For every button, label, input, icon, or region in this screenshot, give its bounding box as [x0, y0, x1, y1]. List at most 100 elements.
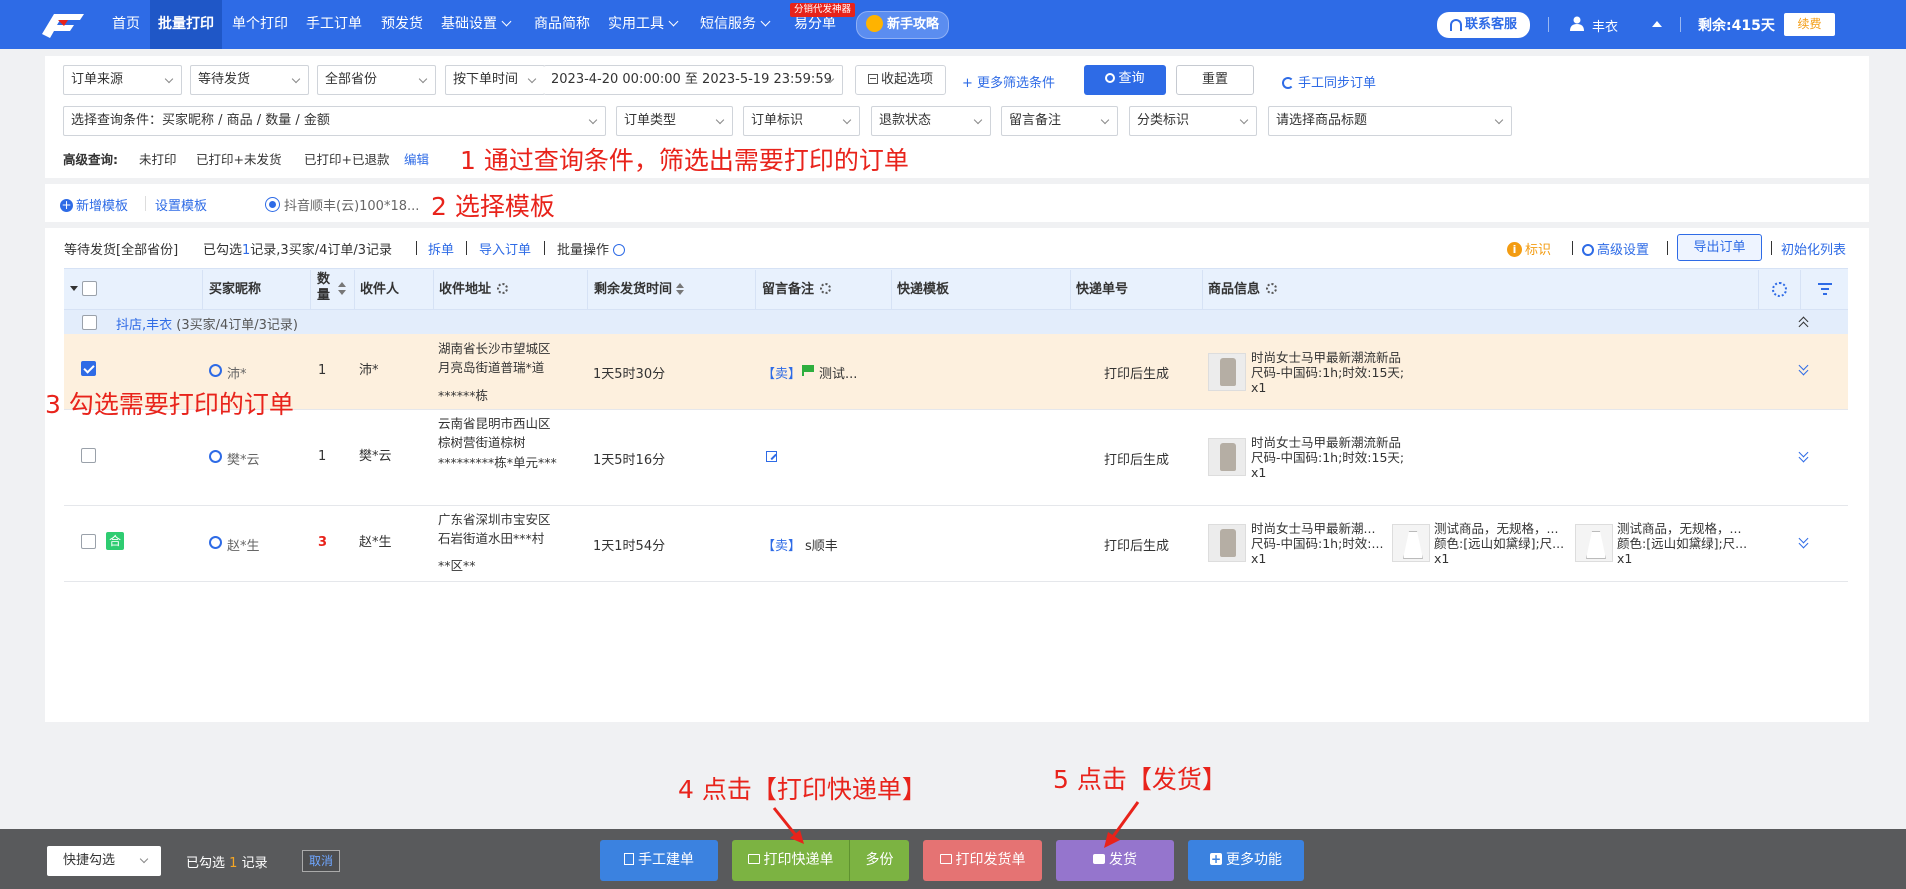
- province-select[interactable]: 全部省份: [317, 65, 436, 95]
- advanced-settings-link[interactable]: 高级设置: [1582, 239, 1649, 258]
- product-title-select[interactable]: 请选择商品标题: [1268, 106, 1512, 136]
- product-thumbnail[interactable]: [1392, 524, 1430, 562]
- query-button[interactable]: 查询: [1084, 65, 1166, 95]
- nav-manual-order[interactable]: 手工订单: [306, 0, 362, 49]
- edit-remark-icon[interactable]: [766, 451, 777, 462]
- advanced-query-printed-unshipped[interactable]: 已打印+未发货: [196, 149, 281, 168]
- guide-button[interactable]: 新手攻略: [856, 11, 949, 39]
- category-flag-select[interactable]: 分类标识: [1129, 106, 1257, 136]
- nav-single-print[interactable]: 单个打印: [232, 0, 288, 49]
- expand-row-icon[interactable]: [1798, 449, 1808, 463]
- nav-basic-settings[interactable]: 基础设置: [441, 0, 512, 49]
- product-thumbnail[interactable]: [1208, 353, 1246, 391]
- chevron-down-icon: [291, 74, 301, 84]
- app-logo[interactable]: [38, 10, 88, 40]
- split-order-link[interactable]: 拆单: [428, 239, 454, 258]
- quick-select-dropdown[interactable]: 快捷勾选: [47, 846, 161, 876]
- caret-down-icon[interactable]: [70, 286, 78, 291]
- buyer-nickname: 沛*: [227, 367, 247, 382]
- contact-service-button[interactable]: 联系客服: [1437, 12, 1530, 38]
- address-line: 湖南省长沙市望城区: [438, 341, 551, 356]
- product-thumbnail[interactable]: [1208, 438, 1246, 476]
- table-row[interactable]: [64, 334, 1848, 410]
- toolbar-divider: [1771, 241, 1772, 255]
- column-settings-icon[interactable]: [1772, 282, 1787, 297]
- group-checkbox[interactable]: [82, 315, 97, 330]
- init-list-link[interactable]: 初始化列表: [1781, 239, 1846, 258]
- manual-sync-link[interactable]: 手工同步订单: [1282, 72, 1376, 91]
- manual-sync-label: 手工同步订单: [1298, 76, 1377, 91]
- row-checkbox[interactable]: [81, 448, 96, 463]
- more-functions-label: 更多功能: [1226, 852, 1282, 868]
- export-orders-button[interactable]: 导出订单: [1677, 234, 1762, 261]
- printer-icon: [939, 854, 952, 864]
- toolbar-divider: [1572, 241, 1573, 255]
- reset-button[interactable]: 重置: [1176, 65, 1254, 95]
- nav-tools[interactable]: 实用工具: [608, 0, 679, 49]
- remark-text[interactable]: s顺丰: [805, 535, 838, 554]
- batch-operation-dropdown[interactable]: 批量操作: [557, 239, 626, 258]
- gear-icon[interactable]: [1266, 283, 1278, 294]
- print-express-label: 打印快递单: [763, 852, 834, 868]
- column-header-address-label: 收件地址: [439, 282, 492, 297]
- query-condition-select[interactable]: 选择查询条件：买家昵称 / 商品 / 数量 / 金额: [63, 106, 606, 136]
- collapse-group-icon[interactable]: [1798, 316, 1810, 332]
- caret-up-icon[interactable]: [1652, 21, 1662, 27]
- row-checkbox[interactable]: [81, 361, 96, 376]
- add-template-button[interactable]: + 新增模板: [60, 195, 128, 214]
- select-all-checkbox[interactable]: [82, 281, 97, 296]
- info-icon: i: [1507, 242, 1522, 257]
- remark-select[interactable]: 留言备注: [1001, 106, 1118, 136]
- row-checkbox[interactable]: [81, 534, 96, 549]
- advanced-query-unprinted[interactable]: 未打印: [139, 149, 177, 168]
- footer-cancel-button[interactable]: 取消: [302, 850, 340, 872]
- column-filter-icon[interactable]: [1818, 283, 1832, 295]
- user-name[interactable]: 丰衣: [1592, 16, 1618, 35]
- order-flag-select[interactable]: 订单标识: [743, 106, 860, 136]
- time-type-select[interactable]: 按下单时间: [445, 65, 545, 95]
- group-name[interactable]: 抖店,丰衣: [116, 318, 172, 333]
- advanced-query-printed-refunded[interactable]: 已打印+已退款: [304, 149, 389, 168]
- sort-icon[interactable]: [338, 282, 346, 296]
- annotation-arrow-5: [1098, 800, 1142, 850]
- flag-button[interactable]: i 标识: [1507, 239, 1551, 258]
- date-range-input[interactable]: 2023-4-20 00:00:00 至 2023-5-19 23:59:59: [544, 65, 843, 95]
- product-thumbnail[interactable]: [1575, 524, 1613, 562]
- order-type-select[interactable]: 订单类型: [616, 106, 733, 136]
- expand-row-icon[interactable]: [1798, 535, 1808, 549]
- column-header-buyer: 买家昵称: [209, 282, 262, 297]
- print-copies-button[interactable]: 多份: [850, 840, 909, 881]
- product-thumbnail[interactable]: [1208, 524, 1246, 562]
- remark-text[interactable]: 测试...: [819, 363, 857, 382]
- nav-home[interactable]: 首页: [112, 0, 144, 49]
- more-filters-link[interactable]: + 更多筛选条件: [962, 72, 1055, 91]
- nav-pre-ship[interactable]: 预发货: [381, 0, 423, 49]
- expand-row-icon[interactable]: [1798, 362, 1808, 376]
- flag-label: 标识: [1525, 243, 1552, 258]
- order-source-select[interactable]: 订单来源: [63, 65, 182, 95]
- toolbar-divider: [416, 241, 417, 255]
- gear-icon[interactable]: [497, 283, 509, 294]
- nav-product-short-name[interactable]: 商品简称: [534, 0, 590, 49]
- manual-order-button[interactable]: 手工建单: [600, 840, 718, 881]
- chevron-down-icon: [1239, 115, 1249, 125]
- status-select[interactable]: 等待发货: [190, 65, 309, 95]
- nav-batch-print[interactable]: 批量打印: [150, 0, 222, 49]
- advanced-query-edit-link[interactable]: 编辑: [404, 149, 429, 168]
- column-header-qty[interactable]: 数量: [317, 272, 335, 312]
- order-qty: 1: [318, 449, 327, 464]
- selected-template-label[interactable]: 抖音顺丰(云)100*18...: [284, 195, 419, 214]
- refund-status-select[interactable]: 退款状态: [871, 106, 991, 136]
- print-delivery-note-button[interactable]: 打印发货单: [923, 840, 1042, 881]
- table-row[interactable]: [64, 410, 1848, 506]
- collapse-options-button[interactable]: 收起选项: [855, 65, 946, 95]
- gear-icon[interactable]: [820, 283, 832, 294]
- nav-sms[interactable]: 短信服务: [700, 0, 771, 49]
- print-express-button[interactable]: 打印快递单: [732, 840, 849, 881]
- template-radio[interactable]: [265, 197, 280, 212]
- renew-button[interactable]: 续费: [1784, 13, 1835, 36]
- import-order-link[interactable]: 导入订单: [479, 239, 531, 258]
- more-functions-button[interactable]: + 更多功能: [1188, 840, 1304, 881]
- template-settings-link[interactable]: 设置模板: [155, 195, 207, 214]
- column-header-time-left[interactable]: 剩余发货时间: [594, 270, 685, 310]
